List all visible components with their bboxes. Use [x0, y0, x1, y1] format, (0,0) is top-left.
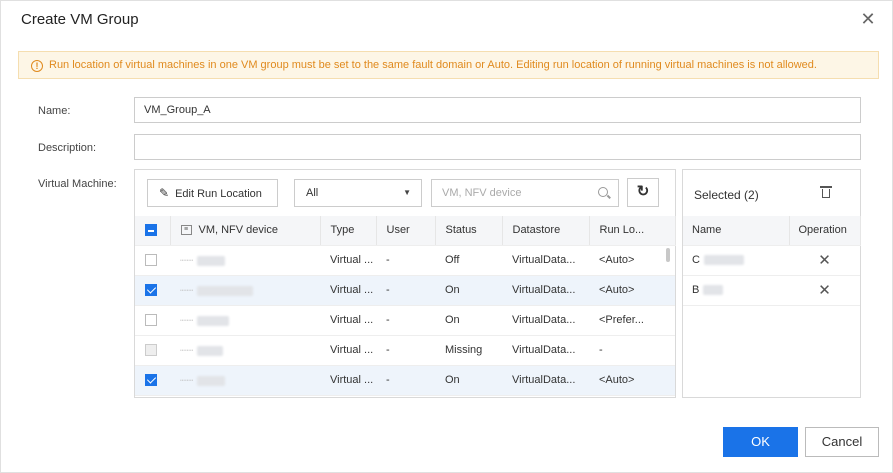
vm-user: -	[376, 245, 435, 276]
vm-user: -	[376, 335, 435, 366]
column-header-operation: Operation	[789, 216, 861, 246]
info-icon: !	[31, 60, 43, 72]
select-all-checkbox[interactable]	[145, 224, 157, 237]
table-row[interactable]: ┈┈ Virtual ... - On VirtualData... <Auto…	[135, 365, 675, 396]
warning-text: Run location of virtual machines in one …	[49, 59, 817, 71]
search-input[interactable]: VM, NFV device	[431, 179, 619, 207]
refresh-icon[interactable]: ↻	[627, 178, 659, 207]
vm-datastore: VirtualData...	[502, 245, 589, 276]
vm-status: On	[435, 275, 502, 306]
trash-icon[interactable]	[820, 185, 832, 199]
column-header-status[interactable]: Status	[435, 216, 503, 246]
vm-run-location: <Auto>	[589, 275, 675, 306]
search-placeholder: VM, NFV device	[442, 187, 522, 199]
virtual-machine-label: Virtual Machine:	[38, 178, 117, 190]
vm-type: Virtual ...	[320, 365, 376, 396]
caret-down-icon: ▼	[403, 188, 411, 197]
name-field[interactable]: VM_Group_A	[134, 97, 861, 123]
vm-type: Virtual ...	[320, 275, 376, 306]
selected-name: C	[692, 254, 700, 266]
table-row[interactable]: ┈┈ Virtual ... - Off VirtualData... <Aut…	[135, 245, 675, 276]
tree-icon[interactable]: ≡	[180, 225, 192, 236]
row-checkbox	[145, 344, 157, 357]
warning-banner: ! Run location of virtual machines in one…	[18, 51, 879, 79]
tree-connector: ┈┈	[180, 254, 194, 267]
selected-table-header: Name Operation	[683, 216, 861, 246]
vm-run-location: <Prefer...	[589, 305, 675, 336]
column-header-name: Name	[683, 216, 790, 246]
vm-type: Virtual ...	[320, 335, 376, 366]
vm-datastore: VirtualData...	[502, 305, 589, 336]
description-field[interactable]	[134, 134, 861, 160]
vm-status: Missing	[435, 335, 502, 366]
vm-run-location: <Auto>	[589, 245, 675, 276]
close-icon[interactable]: ✕	[858, 9, 878, 29]
selected-title: Selected (2)	[694, 188, 759, 202]
row-checkbox[interactable]	[145, 284, 157, 297]
search-icon	[598, 187, 608, 197]
redacted-vm-name	[197, 345, 224, 356]
vm-list-panel: ✎ Edit Run Location All ▼ VM, NFV device …	[134, 169, 676, 398]
filter-select[interactable]: All ▼	[294, 179, 422, 207]
redacted-vm-name	[197, 285, 254, 296]
tree-connector: ┈┈	[180, 284, 194, 297]
row-checkbox[interactable]	[145, 314, 157, 327]
selected-row: B ✕	[683, 275, 860, 306]
dialog-title: Create VM Group	[21, 11, 139, 28]
table-row[interactable]: ┈┈ Virtual ... - On VirtualData... <Pref…	[135, 305, 675, 336]
row-checkbox[interactable]	[145, 374, 157, 387]
vm-user: -	[376, 365, 435, 396]
close-icon[interactable]: ✕	[789, 275, 860, 306]
vm-type: Virtual ...	[320, 305, 376, 336]
tree-connector: ┈┈	[180, 314, 194, 327]
vm-datastore: VirtualData...	[502, 335, 589, 366]
vm-user: -	[376, 305, 435, 336]
name-label: Name:	[38, 105, 71, 117]
description-label: Description:	[38, 142, 97, 154]
vm-status: On	[435, 305, 502, 336]
cancel-button[interactable]: Cancel	[805, 427, 879, 457]
column-header-user[interactable]: User	[376, 216, 436, 246]
vm-status: On	[435, 365, 502, 396]
vm-status: Off	[435, 245, 502, 276]
table-row[interactable]: ┈┈ Virtual ... - Missing VirtualData... …	[135, 335, 675, 366]
redacted-vm-name	[703, 255, 744, 266]
column-header-run-location[interactable]: Run Lo...	[589, 216, 676, 246]
vm-type: Virtual ...	[320, 245, 376, 276]
selected-table: Name Operation C ✕ B ✕	[683, 216, 861, 306]
close-icon[interactable]: ✕	[789, 245, 860, 276]
redacted-vm-name	[703, 285, 724, 296]
vm-datastore: VirtualData...	[502, 275, 589, 306]
redacted-vm-name	[197, 375, 226, 386]
vm-run-location: <Auto>	[589, 365, 675, 396]
row-checkbox[interactable]	[145, 254, 157, 267]
column-header-datastore[interactable]: Datastore	[502, 216, 590, 246]
redacted-vm-name	[197, 315, 230, 326]
column-label: VM, NFV device	[198, 224, 278, 237]
create-vm-group-dialog: Create VM Group ✕ ! Run location of virtu…	[0, 0, 893, 473]
tree-connector: ┈┈	[180, 344, 194, 357]
vm-table-header: ≡ VM, NFV device Type User Status Datasto…	[135, 216, 676, 246]
ok-button[interactable]: OK	[723, 427, 798, 457]
tree-connector: ┈┈	[180, 374, 194, 387]
vm-table: ≡ VM, NFV device Type User Status Datasto…	[135, 216, 676, 396]
table-scrollbar[interactable]	[666, 248, 670, 262]
table-row[interactable]: ┈┈ Virtual ... - On VirtualData... <Auto…	[135, 275, 675, 306]
selected-name: B	[692, 284, 700, 296]
column-header-type[interactable]: Type	[320, 216, 377, 246]
vm-user: -	[376, 275, 435, 306]
edit-run-location-button[interactable]: ✎ Edit Run Location	[147, 179, 278, 207]
vm-run-location: -	[589, 335, 675, 366]
filter-selected-value: All	[306, 187, 319, 199]
select-all-cell[interactable]	[135, 216, 171, 246]
selected-panel: Selected (2) Name Operation C ✕ B ✕	[682, 169, 861, 398]
redacted-vm-name	[197, 255, 226, 266]
pencil-icon: ✎	[159, 186, 170, 200]
edit-run-location-label: Edit Run Location	[175, 188, 262, 200]
column-header-vm[interactable]: ≡ VM, NFV device	[170, 216, 321, 246]
selected-row: C ✕	[683, 245, 860, 276]
vm-datastore: VirtualData...	[502, 365, 589, 396]
